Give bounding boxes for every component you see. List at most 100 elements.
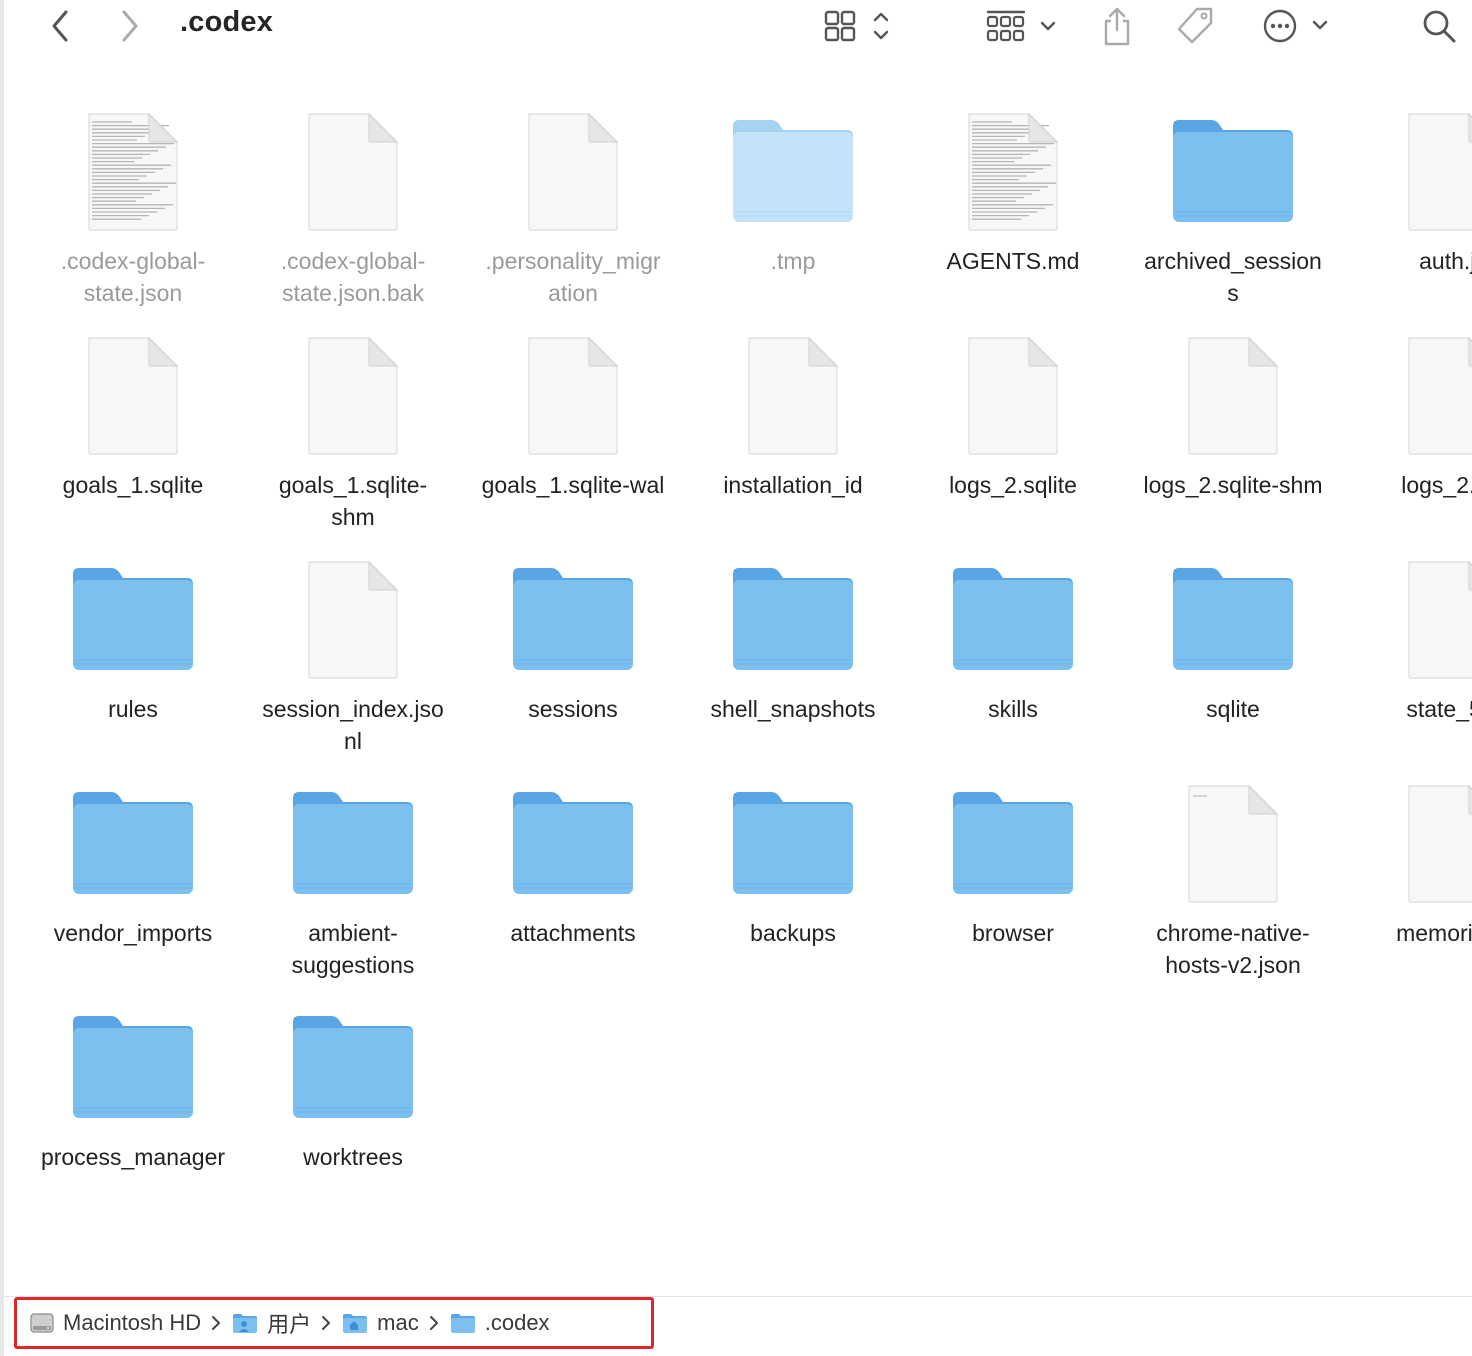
folder-icon: [1127, 548, 1339, 684]
pathbar-crumb-label: 用户: [267, 1312, 312, 1337]
folder-icon: [907, 772, 1119, 908]
file-item[interactable]: .codex-global- state.json.bak: [247, 100, 459, 324]
search-icon: [1423, 10, 1456, 43]
file-item[interactable]: installation_id: [687, 324, 899, 548]
more-actions-button[interactable]: [1256, 4, 1336, 48]
document-icon: [247, 324, 459, 460]
document-icon: [27, 324, 239, 460]
pathbar-crumb-label: Macintosh HD: [63, 1310, 202, 1335]
folder-item[interactable]: rules: [27, 548, 239, 772]
pathbar-crumb-label: mac: [377, 1310, 419, 1335]
file-item[interactable]: state_5.s: [1347, 548, 1472, 772]
item-label: chrome-native- hosts-v2.json: [1156, 920, 1310, 978]
item-label: rules: [108, 696, 158, 722]
item-label: worktrees: [303, 1144, 403, 1170]
folder-item[interactable]: attachments: [467, 772, 679, 996]
document-icon: [467, 100, 679, 236]
file-item[interactable]: logs_2.sql: [1347, 324, 1472, 548]
folder-icon: [907, 548, 1119, 684]
item-label: auth.js: [1419, 248, 1472, 274]
back-button[interactable]: [40, 4, 80, 48]
folder-item[interactable]: .tmp: [687, 100, 899, 324]
file-item[interactable]: goals_1.sqlite: [27, 324, 239, 548]
document-icon: [1347, 324, 1472, 460]
folder-icon: [27, 996, 239, 1132]
group-by-icon: [986, 10, 1056, 42]
ellipsis-circle-icon: [1263, 9, 1328, 43]
share-icon: [1104, 7, 1130, 46]
path-bar: Macintosh HD 用户 mac .codex: [14, 1297, 654, 1349]
file-item[interactable]: AGENTS.md: [907, 100, 1119, 324]
folder-icon: [467, 548, 679, 684]
folder-item[interactable]: ambient- suggestions: [247, 772, 459, 996]
item-label: installation_id: [723, 472, 863, 498]
file-item[interactable]: chrome-native- hosts-v2.json: [1127, 772, 1339, 996]
file-item[interactable]: session_index.jso nl: [247, 548, 459, 772]
document-icon: [687, 324, 899, 460]
item-label: logs_2.sql: [1401, 472, 1472, 498]
item-label: .tmp: [770, 248, 816, 274]
item-label: process_manager: [40, 1144, 226, 1170]
folder-item[interactable]: skills: [907, 548, 1119, 772]
users-folder-icon: [231, 1311, 259, 1335]
item-label: attachments: [510, 920, 636, 946]
folder-item[interactable]: vendor_imports: [27, 772, 239, 996]
group-by-button[interactable]: [980, 4, 1060, 48]
share-button[interactable]: [1094, 4, 1140, 48]
hard-drive-icon: [29, 1310, 55, 1336]
folder-item[interactable]: shell_snapshots: [687, 548, 899, 772]
folder-item[interactable]: worktrees: [247, 996, 459, 1220]
folder-item[interactable]: sessions: [467, 548, 679, 772]
item-label: shell_snapshots: [710, 696, 876, 722]
forward-button[interactable]: [110, 4, 150, 48]
pathbar-crumb-label: .codex: [484, 1310, 550, 1335]
file-item[interactable]: goals_1.sqlite-wal: [467, 324, 679, 548]
folder-icon: [247, 772, 459, 908]
folder-icon: [449, 1311, 477, 1335]
file-item[interactable]: memories_: [1347, 772, 1472, 996]
item-label: memories_: [1396, 920, 1472, 946]
document-icon: [1127, 772, 1339, 908]
item-label: sqlite: [1206, 696, 1260, 722]
document-icon: [1347, 100, 1472, 236]
file-item[interactable]: .personality_migr ation: [467, 100, 679, 324]
item-label: archived_session s: [1144, 248, 1322, 306]
folder-item[interactable]: browser: [907, 772, 1119, 996]
folder-item[interactable]: sqlite: [1127, 548, 1339, 772]
document-icon: [907, 100, 1119, 236]
document-icon: [1347, 548, 1472, 684]
toolbar: .codex: [0, 0, 1472, 56]
folder-item[interactable]: backups: [687, 772, 899, 996]
pathbar-crumb[interactable]: mac: [341, 1310, 419, 1336]
view-mode-button[interactable]: [818, 4, 898, 48]
pathbar-crumb[interactable]: .codex: [449, 1310, 550, 1336]
window-edge: [0, 0, 4, 1356]
folder-item[interactable]: process_manager: [27, 996, 239, 1220]
file-item[interactable]: goals_1.sqlite- shm: [247, 324, 459, 548]
folder-icon: [27, 772, 239, 908]
item-label: state_5.s: [1406, 696, 1472, 722]
item-label: vendor_imports: [53, 920, 213, 946]
document-icon: [27, 100, 239, 236]
search-button[interactable]: [1416, 4, 1462, 48]
item-label: sessions: [528, 696, 618, 722]
folder-icon: [467, 772, 679, 908]
chevron-right-icon: [211, 1315, 221, 1331]
item-label: .codex-global- state.json.bak: [280, 248, 426, 306]
tag-icon: [1177, 7, 1213, 44]
item-label: backups: [750, 920, 836, 946]
finder-window: .codex .codex-global- state.json .codex-…: [0, 0, 1472, 1356]
file-item[interactable]: auth.js: [1347, 100, 1472, 324]
folder-icon: [247, 996, 459, 1132]
pathbar-crumb[interactable]: 用户: [231, 1307, 311, 1339]
tag-button[interactable]: [1170, 4, 1220, 48]
folder-icon: [687, 548, 899, 684]
file-item[interactable]: logs_2.sqlite: [907, 324, 1119, 548]
pathbar-crumb[interactable]: Macintosh HD: [29, 1310, 201, 1336]
chevron-left-icon: [52, 10, 68, 42]
folder-icon: [687, 772, 899, 908]
file-item[interactable]: .codex-global- state.json: [27, 100, 239, 324]
folder-item[interactable]: archived_session s: [1127, 100, 1339, 324]
chevron-right-icon: [429, 1315, 439, 1331]
file-item[interactable]: logs_2.sqlite-shm: [1127, 324, 1339, 548]
